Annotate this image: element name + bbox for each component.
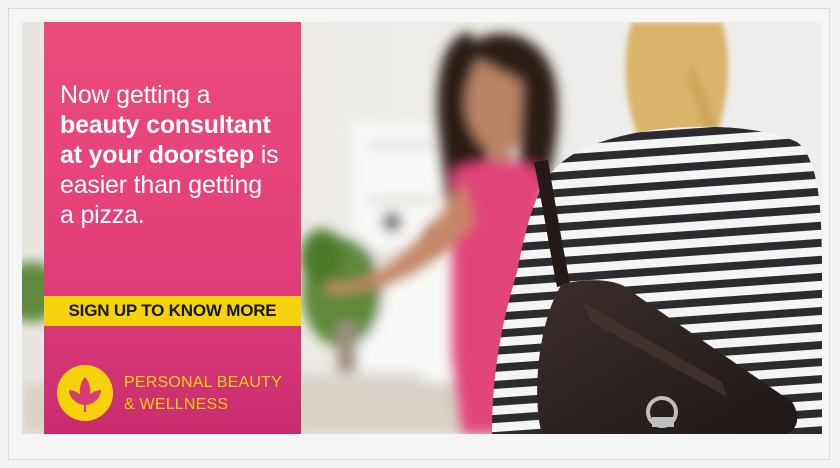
headline: Now getting a beauty consultant at your … [60, 80, 298, 230]
brand-line-1: PERSONAL BEAUTY [124, 374, 283, 391]
headline-line-5: a pizza. [60, 201, 145, 229]
headline-line-2: beauty consultant [60, 111, 271, 139]
brand-logo: PERSONAL BEAUTY & WELLNESS [56, 362, 296, 424]
headline-line-4: easier than getting [60, 171, 262, 199]
promo-panel: Now getting a beauty consultant at your … [44, 22, 301, 434]
headline-line-1: Now getting a [60, 81, 211, 109]
sign-up-button-label: SIGN UP TO KNOW MORE [68, 301, 277, 320]
ad-banner[interactable]: Now getting a beauty consultant at your … [22, 22, 822, 434]
headline-line-3: at your doorstep [60, 141, 255, 169]
sign-up-button[interactable]: SIGN UP TO KNOW MORE [44, 296, 301, 326]
brand-line-2: & WELLNESS [124, 396, 229, 413]
headline-line-3-suffix: is [254, 141, 279, 169]
brand-name: PERSONAL BEAUTY & WELLNESS [124, 372, 282, 416]
lotus-logo-icon [57, 365, 113, 421]
